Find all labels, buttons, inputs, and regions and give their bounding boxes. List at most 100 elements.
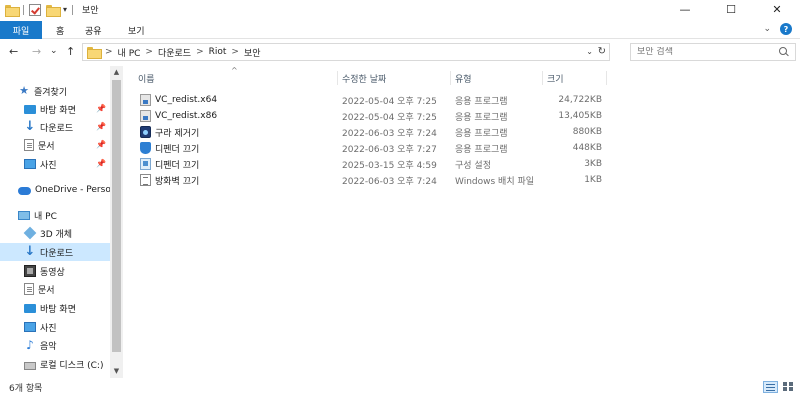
file-name-cell: 디펜더 끄기	[140, 140, 199, 156]
sidebar-item-quick-access[interactable]: ★ 즐겨찾기	[18, 82, 123, 100]
scrollbar-thumb[interactable]	[112, 80, 121, 352]
up-button[interactable]: ↑	[66, 45, 75, 58]
sidebar-item-label: 바탕 화면	[40, 304, 76, 315]
quick-access-toolbar: ▾	[0, 0, 78, 19]
recent-locations-button[interactable]: ⌄	[50, 46, 58, 56]
drive-icon	[24, 361, 36, 370]
table-row[interactable]: 디펜더 끄기 2022-06-03 오후 7:27 응용 프로그램 448KB	[138, 140, 608, 156]
sidebar-item-this-pc[interactable]: 내 PC	[18, 206, 110, 224]
file-date: 2022-05-04 오후 7:25	[342, 96, 437, 107]
tab-share[interactable]: 공유	[85, 21, 102, 39]
sidebar-item-documents-pinned[interactable]: 문서 📌	[24, 136, 110, 154]
sidebar-item-downloads-pinned[interactable]: ↓ 다운로드 📌	[24, 118, 110, 136]
expand-ribbon-icon[interactable]: ⌄	[763, 24, 771, 34]
address-dropdown-icon[interactable]: ⌄	[586, 47, 593, 56]
file-name-cell: 방화벽 끄기	[140, 172, 199, 188]
breadcrumb-this-pc[interactable]: 내 PC	[118, 46, 141, 59]
breadcrumb-security[interactable]: 보안	[244, 46, 261, 59]
batch-file-icon	[140, 174, 151, 186]
file-date: 2022-06-03 오후 7:24	[342, 128, 437, 139]
column-header-date[interactable]: 수정한 날짜	[338, 71, 451, 85]
tab-view[interactable]: 보기	[128, 21, 145, 39]
item-count: 6개 항목	[9, 384, 43, 394]
sidebar-item-documents[interactable]: 문서	[0, 280, 110, 298]
sidebar-item-label: 바탕 화면	[40, 105, 76, 116]
sidebar-item-pictures[interactable]: 사진	[0, 318, 110, 336]
sidebar-item-label: OneDrive - Person	[35, 185, 110, 195]
file-list: ^ 이름 수정한 날짜 유형 크기 VC_redist.x64 2022-05-…	[134, 66, 800, 378]
breadcrumb-downloads[interactable]: 다운로드	[158, 46, 191, 59]
details-view-icon[interactable]	[763, 381, 778, 393]
sidebar-item-music[interactable]: ♪ 음악	[0, 336, 110, 354]
new-folder-icon[interactable]	[46, 4, 61, 17]
sidebar-item-label: 다운로드	[40, 248, 74, 259]
star-icon: ★	[19, 84, 29, 97]
help-icon[interactable]: ?	[780, 23, 792, 35]
sidebar-item-desktop[interactable]: 바탕 화면 📌	[24, 100, 110, 118]
breadcrumb-separator[interactable]: >	[145, 47, 153, 57]
sidebar-item-label: 다운로드	[40, 123, 74, 134]
file-name: 구라 제거기	[155, 128, 200, 139]
forward-button[interactable]: →	[32, 45, 41, 58]
pin-icon: 📌	[96, 122, 106, 131]
column-header-type[interactable]: 유형	[451, 71, 543, 85]
customize-toolbar-arrow-icon[interactable]: ▾	[63, 5, 67, 14]
table-row[interactable]: 구라 제거기 2022-06-03 오후 7:24 응용 프로그램 880KB	[138, 124, 608, 140]
sidebar-item-3d-objects[interactable]: 3D 개체	[0, 224, 110, 242]
minimize-button[interactable]: —	[662, 0, 708, 19]
sidebar-item-label: 3D 개체	[40, 229, 73, 240]
table-row[interactable]: VC_redist.x86 2022-05-04 오후 7:25 응용 프로그램…	[138, 108, 608, 124]
scroll-down-icon[interactable]: ▼	[110, 365, 123, 378]
table-row[interactable]: 디펜더 끄기 2025-03-15 오후 4:59 구성 설정 3KB	[138, 156, 608, 172]
file-name-cell: 디펜더 끄기	[140, 156, 199, 172]
sidebar-item-label: 문서	[38, 141, 55, 152]
back-button[interactable]: ←	[9, 45, 18, 58]
address-bar[interactable]: > 내 PC > 다운로드 > Riot > 보안 ⌄ ↻	[82, 43, 610, 61]
scroll-up-icon[interactable]: ▲	[110, 66, 123, 79]
breadcrumb-separator: >	[105, 47, 113, 57]
file-type: 응용 프로그램	[455, 128, 508, 139]
breadcrumb-separator[interactable]: >	[196, 47, 204, 57]
refresh-icon[interactable]: ↻	[598, 46, 606, 57]
tab-file[interactable]: 파일	[0, 21, 42, 39]
sidebar-item-downloads[interactable]: ↓ 다운로드	[0, 243, 110, 261]
settings-file-icon	[140, 158, 151, 170]
properties-check-icon[interactable]	[29, 3, 41, 16]
sidebar-item-label: 내 PC	[34, 211, 57, 222]
file-name-cell: VC_redist.x64	[140, 92, 217, 108]
sidebar-item-local-disk[interactable]: 로컬 디스크 (C:)	[0, 355, 110, 373]
table-row[interactable]: 방화벽 끄기 2022-06-03 오후 7:24 Windows 배치 파일 …	[138, 172, 608, 188]
pin-icon: 📌	[96, 140, 106, 149]
file-size: 13,405KB	[558, 111, 602, 121]
file-size: 1KB	[584, 175, 602, 185]
folder-icon	[5, 4, 20, 17]
sidebar-scrollbar[interactable]: ▲ ▼	[110, 66, 123, 378]
file-type: Windows 배치 파일	[455, 176, 535, 187]
breadcrumb-riot[interactable]: Riot	[209, 47, 227, 57]
tab-home[interactable]: 홈	[56, 21, 64, 39]
breadcrumb-separator[interactable]: >	[231, 47, 239, 57]
sidebar-item-desktop-pc[interactable]: 바탕 화면	[0, 299, 110, 317]
file-name-cell: VC_redist.x86	[140, 108, 217, 124]
search-box[interactable]	[630, 43, 796, 61]
column-header-size[interactable]: 크기	[543, 71, 607, 85]
table-row[interactable]: VC_redist.x64 2022-05-04 오후 7:25 응용 프로그램…	[138, 92, 608, 108]
column-header-name[interactable]: 이름	[134, 71, 338, 85]
sidebar-item-label: 문서	[38, 285, 55, 296]
search-input[interactable]	[637, 47, 767, 57]
search-icon[interactable]	[779, 47, 789, 57]
file-type: 응용 프로그램	[455, 144, 508, 155]
ribbon: 파일 홈 공유 보기 ⌄ ?	[0, 19, 800, 39]
file-type: 구성 설정	[455, 160, 491, 171]
sidebar-item-videos[interactable]: 동영상	[0, 262, 110, 280]
sidebar-item-pictures-pinned[interactable]: 사진 📌	[24, 155, 110, 173]
large-icons-view-icon[interactable]	[781, 381, 796, 393]
close-button[interactable]: ✕	[754, 0, 800, 19]
maximize-button[interactable]: ☐	[708, 0, 754, 19]
sidebar-item-onedrive[interactable]: OneDrive - Person	[18, 181, 110, 199]
sidebar-item-label: 사진	[40, 160, 57, 171]
folder-icon	[87, 47, 102, 59]
file-size: 3KB	[584, 159, 602, 169]
installer-icon	[140, 94, 151, 106]
sidebar-item-label: 동영상	[40, 267, 65, 278]
